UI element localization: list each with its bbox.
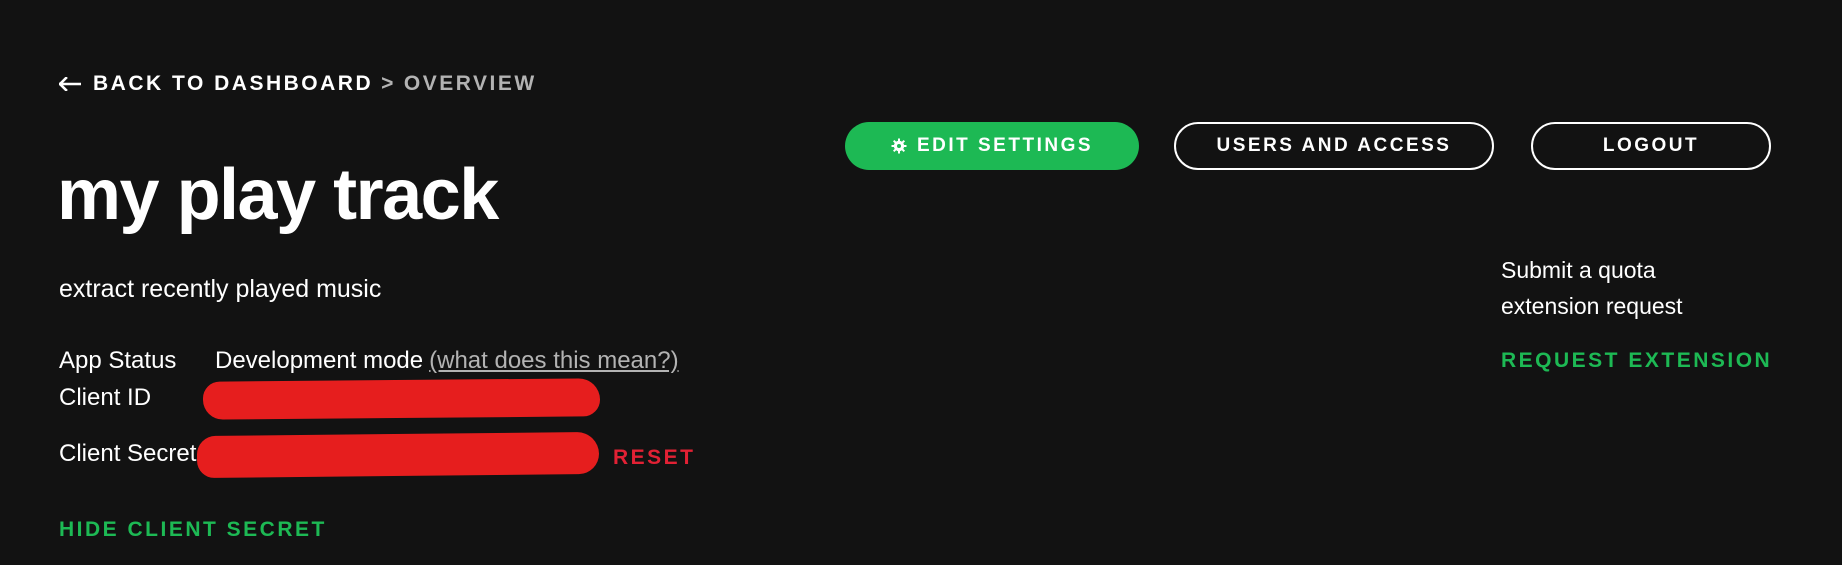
app-overview-page: BACK TO DASHBOARD > OVERVIEW my play tra… <box>0 0 1842 565</box>
client-secret-label: Client Secret <box>59 440 197 467</box>
client-secret-row: Client Secret <box>59 440 196 468</box>
users-and-access-button[interactable]: USERS AND ACCESS <box>1174 122 1494 170</box>
reset-secret-link[interactable]: RESET <box>613 446 696 470</box>
app-status-value: Development mode <box>215 347 424 374</box>
hide-client-secret-link[interactable]: HIDE CLIENT SECRET <box>59 518 327 542</box>
app-title: my play track <box>57 155 499 235</box>
breadcrumb-current: OVERVIEW <box>403 72 537 95</box>
arrow-left-icon <box>59 77 81 91</box>
client-id-redaction <box>202 378 601 420</box>
breadcrumb: BACK TO DASHBOARD > OVERVIEW <box>59 72 537 96</box>
back-to-dashboard-label: BACK TO DASHBOARD <box>93 72 374 95</box>
logout-button[interactable]: LOGOUT <box>1531 122 1771 170</box>
status-help-link[interactable]: (what does this mean?) <box>429 347 678 375</box>
gear-icon <box>891 138 907 154</box>
app-status-row: App Status Development mode (what does t… <box>59 347 679 375</box>
edit-settings-label: EDIT SETTINGS <box>916 135 1094 156</box>
logout-label: LOGOUT <box>1602 135 1700 156</box>
app-description: extract recently played music <box>59 275 382 303</box>
quota-extension-text: Submit a quota extension request <box>1501 257 1683 319</box>
users-and-access-label: USERS AND ACCESS <box>1216 135 1452 156</box>
client-id-label: Client ID <box>59 384 152 411</box>
app-status-label: App Status <box>59 347 177 374</box>
client-id-row: Client ID <box>59 384 151 412</box>
request-extension-link[interactable]: REQUEST EXTENSION <box>1501 349 1772 373</box>
back-to-dashboard-link[interactable]: BACK TO DASHBOARD <box>59 72 373 96</box>
breadcrumb-separator: > <box>381 72 396 95</box>
edit-settings-button[interactable]: EDIT SETTINGS <box>845 122 1139 170</box>
client-secret-redaction <box>196 431 600 479</box>
